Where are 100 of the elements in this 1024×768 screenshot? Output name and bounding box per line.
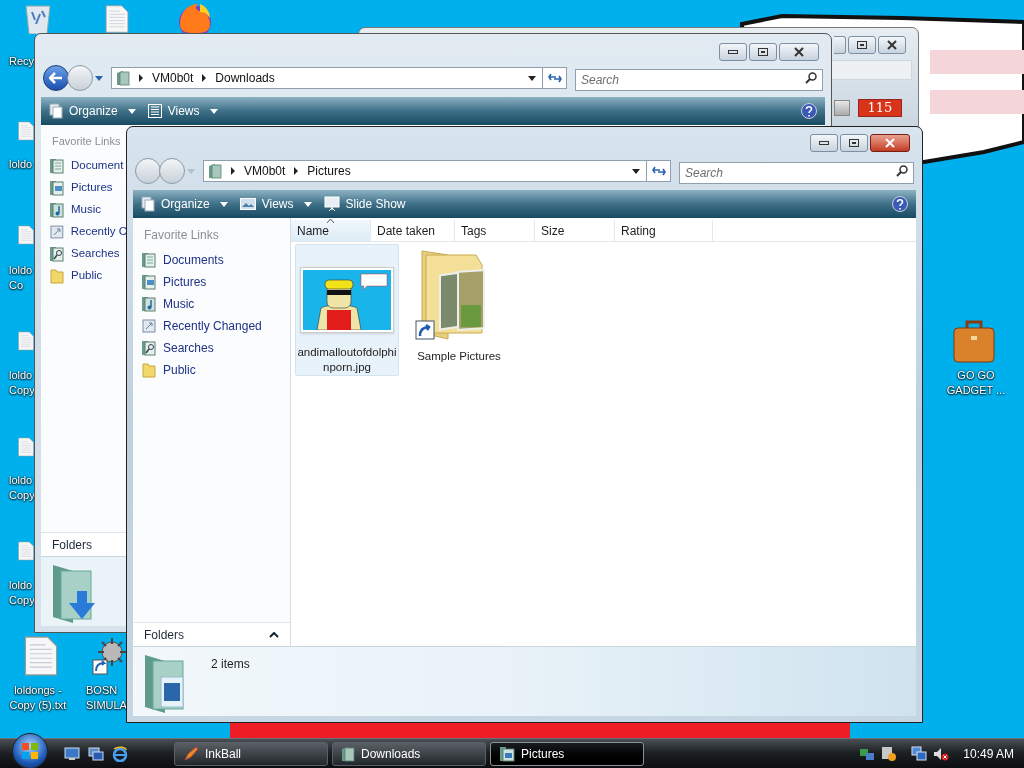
text-file-icon[interactable] — [102, 5, 132, 33]
column-header[interactable]: Rating — [615, 220, 713, 241]
favorite-link[interactable]: Searches — [133, 337, 290, 359]
close-button[interactable] — [878, 36, 906, 54]
section-heading: Favorite Links — [143, 227, 220, 244]
icon-label: Copy — [9, 593, 35, 608]
file-item[interactable]: Sample Pictures — [407, 244, 511, 376]
icon-label: loldo — [9, 578, 33, 593]
favorite-link[interactable]: Recently Changed — [133, 315, 290, 337]
close-icon — [793, 47, 805, 57]
pages-icon — [141, 196, 155, 212]
searches-icon — [49, 245, 65, 262]
help-icon[interactable] — [801, 103, 817, 119]
caret-icon — [528, 75, 536, 81]
maximize-button[interactable] — [848, 36, 876, 54]
taskbar-button[interactable]: Downloads — [332, 741, 486, 766]
maximize-icon — [857, 41, 867, 49]
minimize-icon — [728, 50, 738, 54]
folders-bar[interactable]: Folders — [133, 622, 290, 646]
caret-icon — [209, 108, 218, 114]
recent-icon — [49, 223, 65, 240]
breadcrumb-item[interactable]: Pictures — [303, 162, 355, 180]
maximize-button[interactable] — [840, 134, 868, 152]
icon-label: Recy — [9, 54, 35, 69]
folder-icon — [141, 362, 157, 378]
search-field[interactable]: Search — [575, 69, 823, 91]
favorite-link[interactable]: Pictures — [133, 271, 290, 293]
taskbar-button[interactable]: InkBall — [174, 741, 328, 766]
help-icon[interactable] — [892, 196, 908, 212]
favorite-link[interactable]: Document — [41, 154, 127, 177]
close-button[interactable] — [870, 134, 910, 152]
search-icon — [805, 72, 817, 84]
maximize-button[interactable] — [749, 43, 777, 61]
icon-label: loldo — [9, 473, 33, 488]
folder-icon — [116, 70, 130, 86]
windows-logo-icon — [22, 742, 38, 759]
section-heading: Favorite Links — [51, 134, 122, 149]
favorite-link[interactable]: Public — [133, 359, 290, 381]
switch-windows-icon[interactable] — [88, 746, 104, 761]
toolbar-button[interactable]: Organize — [141, 195, 228, 213]
file-item[interactable]: andimalloutofdolphinporn.jpg — [295, 244, 399, 376]
minimize-button[interactable] — [810, 134, 838, 152]
refresh-icon — [547, 72, 562, 84]
caret-icon — [187, 168, 195, 174]
column-header[interactable]: Name — [291, 220, 371, 241]
favorite-link[interactable]: Pictures — [41, 176, 127, 199]
refresh-button[interactable] — [543, 67, 567, 89]
favorite-link[interactable]: Documents — [133, 249, 290, 271]
taskbar-button[interactable]: Pictures — [490, 741, 644, 766]
browser-icon[interactable] — [112, 745, 128, 762]
recycle-bin-icon[interactable] — [22, 2, 54, 34]
refresh-icon — [651, 165, 666, 177]
desktop-icon[interactable] — [64, 746, 80, 761]
item-count: 2 items — [211, 656, 250, 673]
list-view-icon — [147, 104, 162, 118]
toolbar-button[interactable]: Organize — [49, 102, 136, 120]
pen-icon — [183, 745, 199, 762]
toolbar-button[interactable]: Views — [147, 102, 218, 120]
favorite-link[interactable]: Music — [41, 198, 127, 221]
pages-icon — [49, 103, 63, 119]
caret-icon — [95, 75, 103, 81]
address-bar[interactable]: VM0b0t Pictures — [203, 160, 647, 182]
search-field[interactable]: Search — [679, 162, 914, 184]
breadcrumb-item[interactable]: VM0b0t — [240, 162, 290, 180]
briefcase-icon[interactable] — [952, 318, 996, 364]
favorite-link[interactable]: Recently C — [41, 220, 127, 243]
favorite-link[interactable]: Searches — [41, 242, 127, 265]
file-name: andimalloutofdolphinporn.jpg — [296, 345, 398, 375]
column-header[interactable]: Date taken — [371, 220, 455, 241]
toolbar-button[interactable]: Slide Show — [323, 195, 406, 213]
icon-label: loldo — [9, 368, 33, 383]
minimize-button[interactable] — [719, 43, 747, 61]
icon-label: loldo — [9, 157, 33, 172]
close-button[interactable] — [779, 43, 819, 61]
text-file-icon[interactable] — [24, 636, 58, 676]
music-icon — [141, 296, 157, 312]
back-arrow-icon — [49, 72, 63, 84]
toolbar-button[interactable]: Views — [239, 195, 312, 213]
breadcrumb-item[interactable]: VM0b0t — [148, 69, 198, 87]
clock[interactable]: 10:49 AM — [963, 744, 1014, 763]
close-icon — [886, 40, 898, 50]
documents-icon — [141, 252, 157, 268]
column-header[interactable]: Size — [535, 220, 615, 241]
folders-bar[interactable]: Folders — [41, 532, 127, 556]
column-header[interactable]: Tags — [455, 220, 535, 241]
caret-icon — [219, 201, 228, 207]
caret-icon — [127, 108, 136, 114]
icon-label: Copy (5).txt — [9, 698, 67, 713]
refresh-button[interactable] — [647, 160, 671, 182]
back-button[interactable] — [43, 65, 69, 91]
ball-slot — [834, 100, 850, 116]
maximize-icon — [758, 48, 768, 56]
score-display: 115 — [858, 99, 902, 117]
spiked-ball-icon[interactable] — [92, 636, 126, 676]
favorite-link[interactable]: Music — [133, 293, 290, 315]
breadcrumb-item[interactable]: Downloads — [211, 69, 279, 87]
icon-label: GO GO — [957, 368, 995, 383]
favorite-link[interactable]: Public — [41, 264, 127, 287]
address-bar[interactable]: VM0b0t Downloads — [111, 67, 543, 89]
monitors-icon[interactable] — [911, 745, 928, 762]
